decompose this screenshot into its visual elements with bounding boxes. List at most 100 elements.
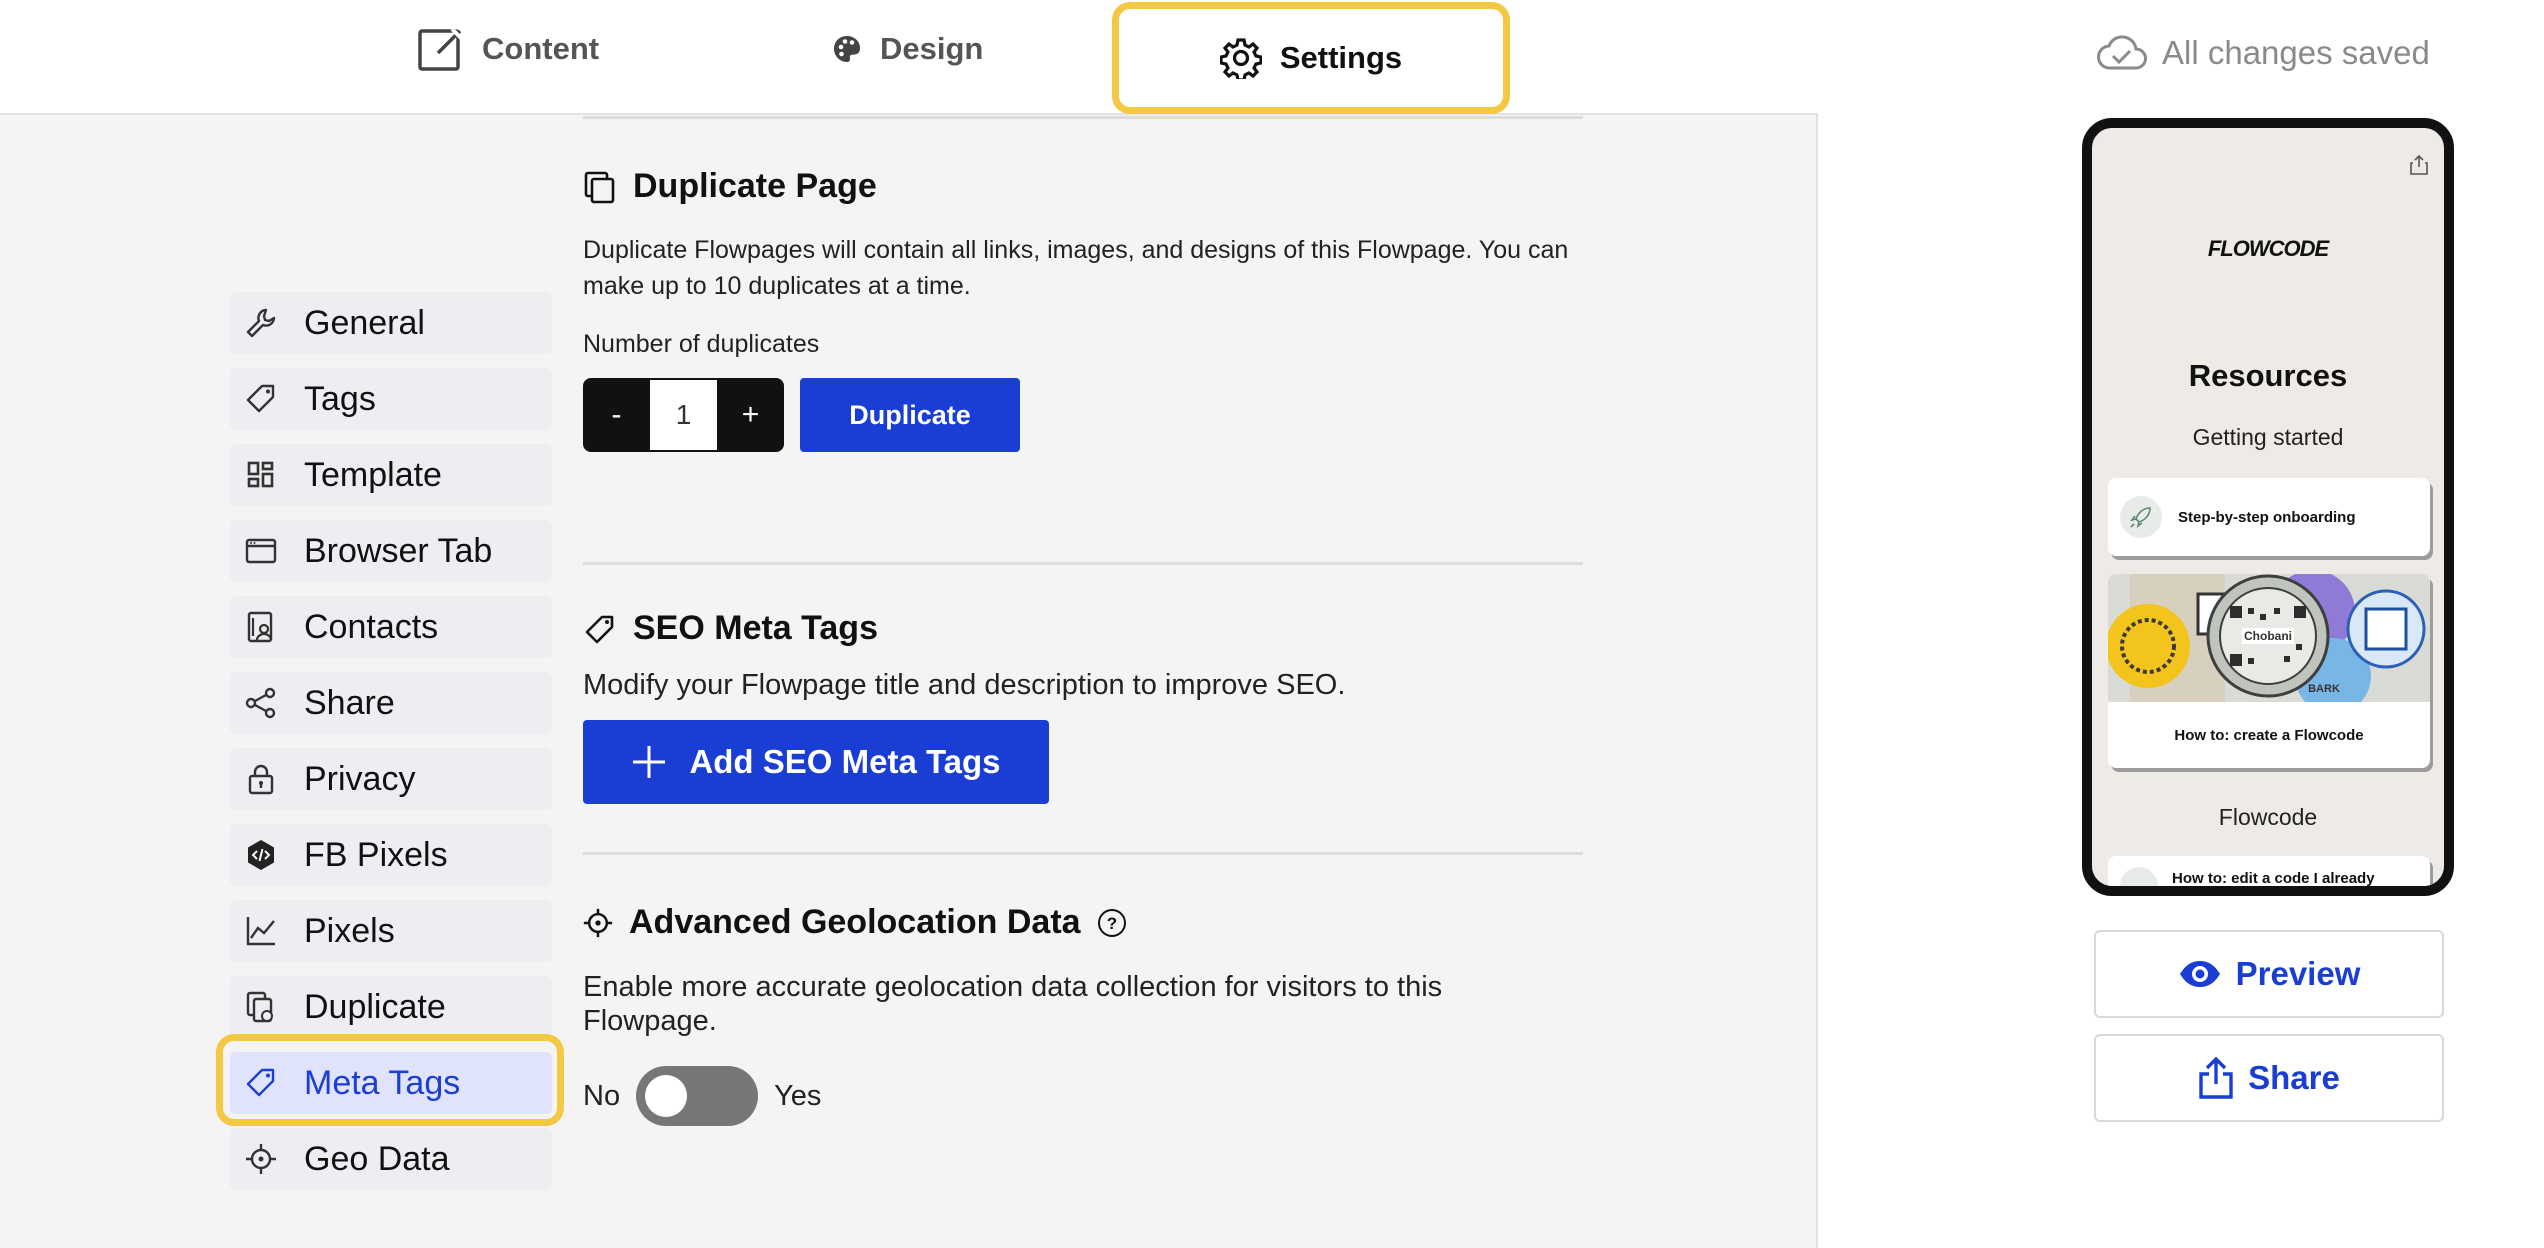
save-status: All changes saved <box>2096 34 2430 72</box>
duplicate-icon <box>584 171 615 203</box>
sidebar-item-general[interactable]: General <box>230 292 552 354</box>
preview-title: Resources <box>2188 358 2348 393</box>
line-chart-icon <box>246 917 275 946</box>
seo-meta-tags-title: SEO Meta Tags <box>633 609 878 647</box>
toggle-no-label: No <box>583 1080 621 1112</box>
add-seo-meta-tags-button[interactable]: Add SEO Meta Tags <box>583 720 1049 804</box>
code-hexagon-icon <box>248 840 274 870</box>
preview-subtitle: Getting started <box>2192 424 2344 450</box>
preview-link-text: How to: edit a code I already <box>2172 869 2375 887</box>
preview-section-title: Flowcode <box>2218 804 2318 830</box>
increment-button[interactable]: + <box>717 378 784 452</box>
save-status-text: All changes saved <box>2162 34 2430 71</box>
browser-tab-icon <box>245 538 277 564</box>
preview-link-card[interactable]: How to: edit a code I already <box>2108 856 2430 887</box>
duplicate-description: Duplicate Flowpages will contain all lin… <box>583 236 1569 300</box>
preview-link-card[interactable]: Step-by-step onboarding <box>2108 478 2430 556</box>
sidebar-item-pixels[interactable]: Pixels <box>230 900 552 962</box>
tab-design-label: Design <box>880 31 984 66</box>
template-icon <box>247 461 274 488</box>
tab-content-label: Content <box>482 31 600 66</box>
duplicate-icon <box>246 991 273 1023</box>
share-button[interactable]: Share <box>2094 1034 2444 1122</box>
quantity-stepper: - 1 + <box>583 378 784 452</box>
sidebar-item-contacts[interactable]: Contacts <box>230 596 552 658</box>
tag-icon <box>585 615 614 643</box>
sidebar-item-duplicate[interactable]: Duplicate <box>230 976 552 1038</box>
sidebar-item-label: Template <box>304 455 442 494</box>
sidebar-item-label: General <box>304 303 425 342</box>
share-icon[interactable] <box>2408 154 2430 176</box>
sidebar-item-label: Browser Tab <box>304 531 493 570</box>
tag-icon <box>246 384 275 413</box>
crosshair-icon <box>583 908 613 937</box>
sidebar-item-label: Pixels <box>304 911 395 950</box>
share-button-label: Share <box>2248 1059 2340 1096</box>
duplicate-page-heading: Duplicate Page <box>583 167 1583 206</box>
divider <box>583 562 1583 565</box>
sidebar-item-geo-data[interactable]: Geo Data <box>230 1128 552 1190</box>
collage-label-2: BARK <box>2308 683 2340 695</box>
duplicate-count-label: Number of duplicates <box>583 330 820 358</box>
sidebar-item-share[interactable]: Share <box>230 672 552 734</box>
sidebar-item-privacy[interactable]: Privacy <box>230 748 552 810</box>
sidebar-item-label: Geo Data <box>304 1139 450 1178</box>
sidebar-item-label: FB Pixels <box>304 835 448 874</box>
flowcode-collage-image: Chobani BARK <box>2108 574 2430 714</box>
top-nav-bar: Content Design Settings <box>0 0 1818 115</box>
palette-icon <box>834 36 860 62</box>
divider <box>583 116 1583 119</box>
duplicate-page-title: Duplicate Page <box>633 167 877 205</box>
toggle-knob <box>645 1075 688 1117</box>
add-seo-meta-tags-label: Add SEO Meta Tags <box>689 743 1001 780</box>
sidebar-item-label: Contacts <box>304 607 439 646</box>
preview-button-label: Preview <box>2235 955 2361 992</box>
duplicate-button[interactable]: Duplicate <box>800 378 1020 452</box>
decrement-button[interactable]: - <box>583 378 650 452</box>
preview-image-caption: How to: create a Flowcode <box>2174 727 2364 744</box>
sidebar-item-label: Tags <box>304 379 376 418</box>
geolocation-heading: Advanced Geolocation Data ? <box>583 903 1583 942</box>
lock-icon <box>248 764 274 795</box>
eye-icon <box>2179 961 2220 987</box>
seo-meta-tags-heading: SEO Meta Tags <box>583 609 1583 648</box>
toggle-yes-label: Yes <box>774 1080 822 1112</box>
settings-content: Duplicate Page Duplicate Flowpages will … <box>583 116 1583 1126</box>
tab-settings-label: Settings <box>1279 40 1403 75</box>
cloud-check-icon <box>2097 35 2147 70</box>
sidebar-item-tags[interactable]: Tags <box>230 368 552 430</box>
svg-text:?: ? <box>1106 914 1116 933</box>
sidebar-item-template[interactable]: Template <box>230 444 552 506</box>
contacts-icon <box>247 611 273 643</box>
sidebar-item-browser-tab[interactable]: Browser Tab <box>230 520 552 582</box>
sidebar-item-fb-pixels[interactable]: FB Pixels <box>230 824 552 886</box>
gear-icon <box>1219 38 1262 79</box>
sidebar-item-label: Duplicate <box>304 987 446 1026</box>
seo-description: Modify your Flowpage title and descripti… <box>583 669 1346 701</box>
tab-design[interactable]: Design <box>832 0 983 98</box>
tab-content[interactable]: Content <box>418 0 599 98</box>
geolocation-toggle[interactable] <box>636 1066 759 1126</box>
geolocation-description: Enable more accurate geolocation data co… <box>583 971 1443 1037</box>
rocket-icon <box>2120 496 2162 538</box>
preview-image-card[interactable]: Chobani BARK How to: create a Flowcode <box>2108 574 2430 768</box>
tab-settings[interactable]: Settings <box>1112 2 1510 114</box>
preview-logo: FLOWCODE <box>2207 236 2329 261</box>
help-icon[interactable]: ? <box>1097 908 1127 938</box>
divider <box>583 852 1583 855</box>
share-icon <box>245 687 276 719</box>
collage-label: Chobani <box>2244 629 2292 643</box>
crosshair-icon <box>246 1144 276 1174</box>
preview-button[interactable]: Preview <box>2094 930 2444 1018</box>
preview-link-text: Step-by-step onboarding <box>2178 508 2356 526</box>
sidebar-item-label: Share <box>304 683 395 722</box>
plus-icon <box>633 746 666 778</box>
edit-square-icon <box>418 27 464 71</box>
sidebar-item-label: Privacy <box>304 759 416 798</box>
share-upload-icon <box>2199 1056 2233 1099</box>
quantity-input[interactable]: 1 <box>650 378 717 452</box>
meta-tags-highlight <box>216 1034 564 1126</box>
wrench-icon <box>246 308 276 338</box>
geolocation-title: Advanced Geolocation Data <box>629 903 1081 941</box>
link-thumbnail-icon <box>2120 867 2158 886</box>
